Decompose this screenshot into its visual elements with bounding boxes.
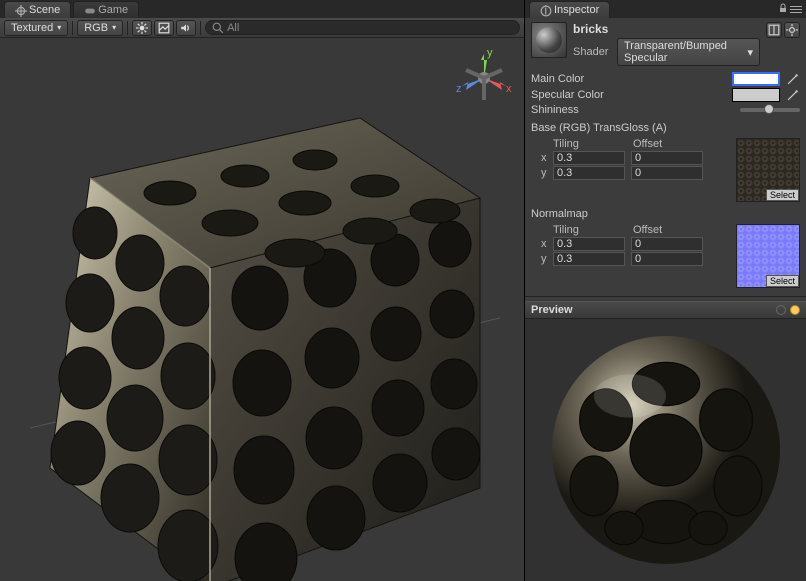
orientation-gizmo[interactable]: y x z (454, 48, 514, 108)
normal-offset-y-input[interactable] (631, 252, 703, 266)
sun-icon (136, 22, 148, 34)
axis-y-label: y (541, 167, 553, 179)
color-mode-value: RGB (84, 22, 108, 34)
tab-scene[interactable]: Scene (4, 1, 71, 18)
chevron-down-icon: ▾ (747, 46, 753, 59)
select-button[interactable]: Select (766, 275, 799, 287)
main-color-label: Main Color (531, 73, 726, 85)
base-offset-y-input[interactable] (631, 166, 703, 180)
divider (525, 296, 806, 297)
help-button[interactable] (766, 22, 782, 38)
tab-inspector-label: Inspector (554, 4, 599, 16)
tab-game[interactable]: Game (73, 1, 139, 18)
tab-inspector[interactable]: i Inspector (529, 1, 610, 18)
offset-header: Offset (633, 138, 713, 150)
search-icon (212, 22, 224, 34)
render-mode-value: Textured (11, 22, 53, 34)
audio-toggle[interactable] (176, 20, 196, 36)
preview-header[interactable]: Preview (525, 301, 806, 319)
color-mode-dropdown[interactable]: RGB ▾ (77, 20, 123, 36)
base-texture-title: Base (RGB) TransGloss (A) (531, 122, 800, 134)
tiling-header: Tiling (553, 138, 633, 150)
inspector-tab-bar: i Inspector (525, 0, 806, 18)
shader-dropdown[interactable]: Transparent/Bumped Specular ▾ (617, 38, 760, 66)
speaker-icon (180, 22, 192, 34)
preview-sphere (546, 330, 786, 570)
separator (200, 21, 201, 35)
gear-icon (786, 24, 798, 36)
material-thumbnail (531, 22, 567, 58)
chevron-down-icon: ▾ (57, 23, 61, 32)
game-icon (84, 5, 94, 15)
scene-icon (15, 5, 25, 15)
scene-tab-bar: Scene Game (0, 0, 524, 18)
info-icon: i (540, 5, 550, 15)
inspector-body: bricks Shader Transparent/Bumped Specula… (525, 18, 806, 301)
base-tiling-x-input[interactable] (553, 151, 625, 165)
specular-color-label: Specular Color (531, 89, 726, 101)
main-color-swatch[interactable] (732, 72, 780, 86)
normalmap-texture-slot[interactable]: Select (736, 224, 800, 288)
normal-tiling-x-input[interactable] (553, 237, 625, 251)
axis-x-label: x (541, 238, 553, 250)
skybox-toggle[interactable] (154, 20, 174, 36)
gizmo-y-label: y (487, 48, 493, 59)
eyedropper-icon[interactable] (786, 88, 800, 102)
preview-light-toggle-off[interactable] (776, 305, 786, 315)
normal-offset-x-input[interactable] (631, 237, 703, 251)
preview-light-toggle-on[interactable] (790, 305, 800, 315)
panel-menu-icon[interactable] (790, 5, 802, 15)
shininess-label: Shininess (531, 104, 734, 116)
tab-game-label: Game (98, 4, 128, 16)
separator (127, 21, 128, 35)
base-offset-x-input[interactable] (631, 151, 703, 165)
preview-viewport[interactable] (525, 319, 806, 581)
cube-render (30, 68, 500, 581)
separator (72, 21, 73, 35)
base-tiling-y-input[interactable] (553, 166, 625, 180)
chevron-down-icon: ▾ (112, 23, 116, 32)
material-name: bricks (573, 22, 760, 36)
book-icon (768, 24, 780, 36)
eyedropper-icon[interactable] (786, 72, 800, 86)
shader-label: Shader (573, 46, 613, 58)
base-texture-slot[interactable]: Select (736, 138, 800, 202)
scene-toolbar: Textured ▾ RGB ▾ All (0, 18, 524, 38)
specular-color-swatch[interactable] (732, 88, 780, 102)
shininess-slider[interactable] (740, 108, 800, 112)
shader-value: Transparent/Bumped Specular (624, 40, 747, 64)
search-placeholder: All (227, 22, 239, 34)
scene-search[interactable]: All (205, 20, 520, 35)
gizmo-x-label: x (506, 83, 512, 95)
tiling-header: Tiling (553, 224, 633, 236)
axis-y-label: y (541, 253, 553, 265)
gizmo-z-label: z (456, 83, 462, 95)
select-button[interactable]: Select (766, 189, 799, 201)
normalmap-title: Normalmap (531, 208, 800, 220)
scene-viewport[interactable]: y x z (0, 38, 524, 581)
settings-button[interactable] (784, 22, 800, 38)
render-mode-dropdown[interactable]: Textured ▾ (4, 20, 68, 36)
image-icon (158, 22, 170, 34)
preview-title: Preview (531, 304, 573, 316)
normal-tiling-y-input[interactable] (553, 252, 625, 266)
tab-scene-label: Scene (29, 4, 60, 16)
offset-header: Offset (633, 224, 713, 236)
axis-x-label: x (541, 152, 553, 164)
lighting-toggle[interactable] (132, 20, 152, 36)
lock-icon[interactable] (778, 3, 788, 16)
svg-text:i: i (544, 5, 547, 17)
